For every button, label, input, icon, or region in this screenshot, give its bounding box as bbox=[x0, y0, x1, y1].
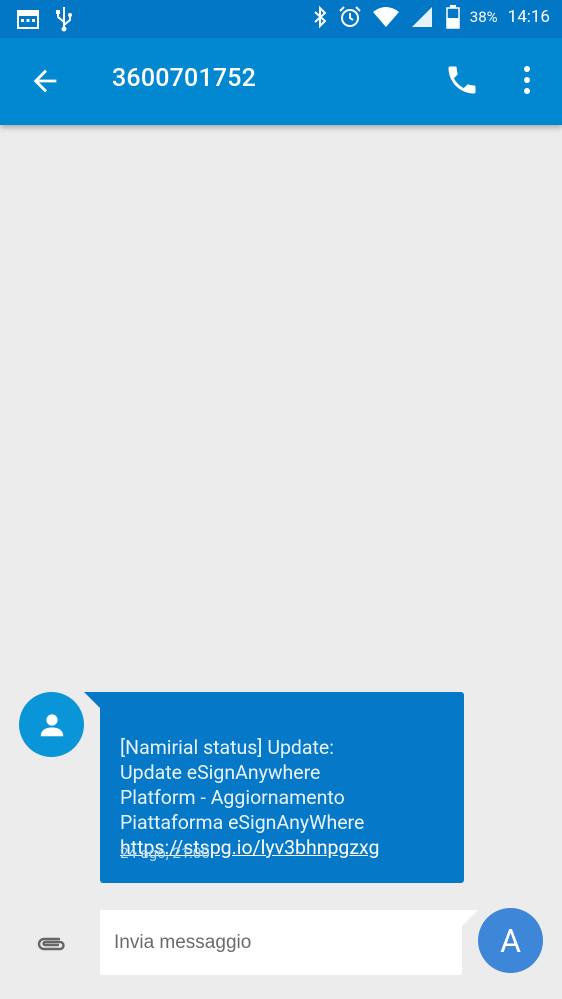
more-options-icon[interactable] bbox=[516, 64, 538, 96]
status-left-icons bbox=[16, 6, 74, 32]
message-text: [Namirial status] Update: Update eSignAn… bbox=[120, 736, 365, 834]
paperclip-icon[interactable] bbox=[33, 930, 67, 956]
usb-icon bbox=[56, 7, 72, 32]
send-button-label: A bbox=[500, 921, 521, 960]
conversation-title: 3600701752 bbox=[112, 64, 257, 93]
wifi-icon bbox=[372, 7, 399, 27]
status-bar: 38% 14:16 bbox=[0, 0, 562, 38]
app-bar: 3600701752 bbox=[0, 38, 562, 125]
person-icon bbox=[40, 713, 63, 736]
battery-percent: 38% bbox=[469, 8, 498, 26]
phone-call-icon[interactable] bbox=[444, 62, 480, 98]
signal-icon bbox=[411, 7, 432, 27]
back-arrow-icon[interactable] bbox=[28, 64, 62, 98]
calendar-icon bbox=[17, 10, 39, 29]
alarm-icon bbox=[339, 6, 361, 27]
clock: 14:16 bbox=[507, 7, 550, 27]
message-timestamp: 24 ago, 21:00 bbox=[120, 844, 210, 862]
message-bubble[interactable]: [Namirial status] Update: Update eSignAn… bbox=[84, 692, 464, 883]
battery-icon bbox=[446, 5, 460, 29]
bluetooth-icon bbox=[314, 5, 327, 29]
contact-avatar[interactable] bbox=[19, 692, 84, 757]
send-button[interactable]: A bbox=[478, 908, 543, 973]
message-input[interactable] bbox=[112, 922, 446, 964]
status-right-icons: 38% 14:16 bbox=[312, 5, 550, 29]
message-input-container bbox=[100, 910, 478, 975]
